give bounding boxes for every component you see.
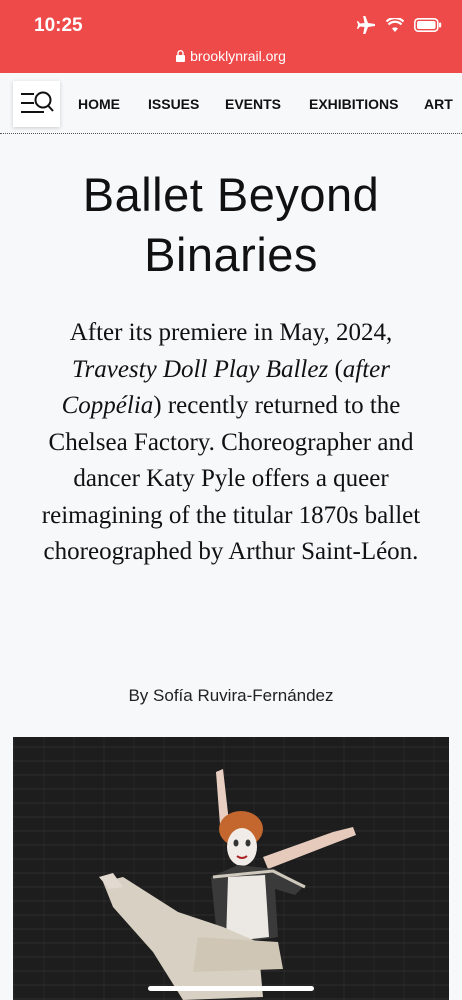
dek-work-title: Travesty Doll Play Ballez <box>71 355 329 383</box>
dek-text-1: After its premiere in May, 2024, <box>69 319 393 346</box>
airplane-icon <box>356 16 376 34</box>
dancer-illustration <box>99 769 356 1000</box>
dek-text-2: ( <box>328 355 343 383</box>
nav-events[interactable]: EVENTS <box>225 96 281 112</box>
lock-icon <box>176 49 186 65</box>
article-title-line-2: Binaries <box>144 228 318 281</box>
battery-icon <box>414 18 442 32</box>
nav-issues[interactable]: ISSUES <box>148 96 199 112</box>
browser-top-bar: 10:25 brooklynrail.org <box>0 0 462 73</box>
article-title-line-1: Ballet Beyond <box>82 168 380 221</box>
menu-search-button[interactable] <box>13 81 60 127</box>
url-text: brooklynrail.org <box>190 48 286 64</box>
nav-home[interactable]: HOME <box>78 96 120 112</box>
wifi-icon <box>386 18 404 32</box>
article-byline: By Sofía Ruvira-Fernández <box>128 686 334 705</box>
home-indicator[interactable] <box>148 986 314 991</box>
nav-art[interactable]: ART <box>424 96 453 112</box>
status-time: 10:25 <box>34 15 83 36</box>
article-title: Ballet Beyond Binaries <box>20 165 442 285</box>
status-icons <box>356 16 442 34</box>
article-dek: After its premiere in May, 2024, Travest… <box>28 315 434 571</box>
hero-photo <box>13 737 449 1000</box>
address-bar[interactable]: brooklynrail.org <box>0 48 462 65</box>
nav-exhibitions[interactable]: EXHIBITIONS <box>309 96 398 112</box>
